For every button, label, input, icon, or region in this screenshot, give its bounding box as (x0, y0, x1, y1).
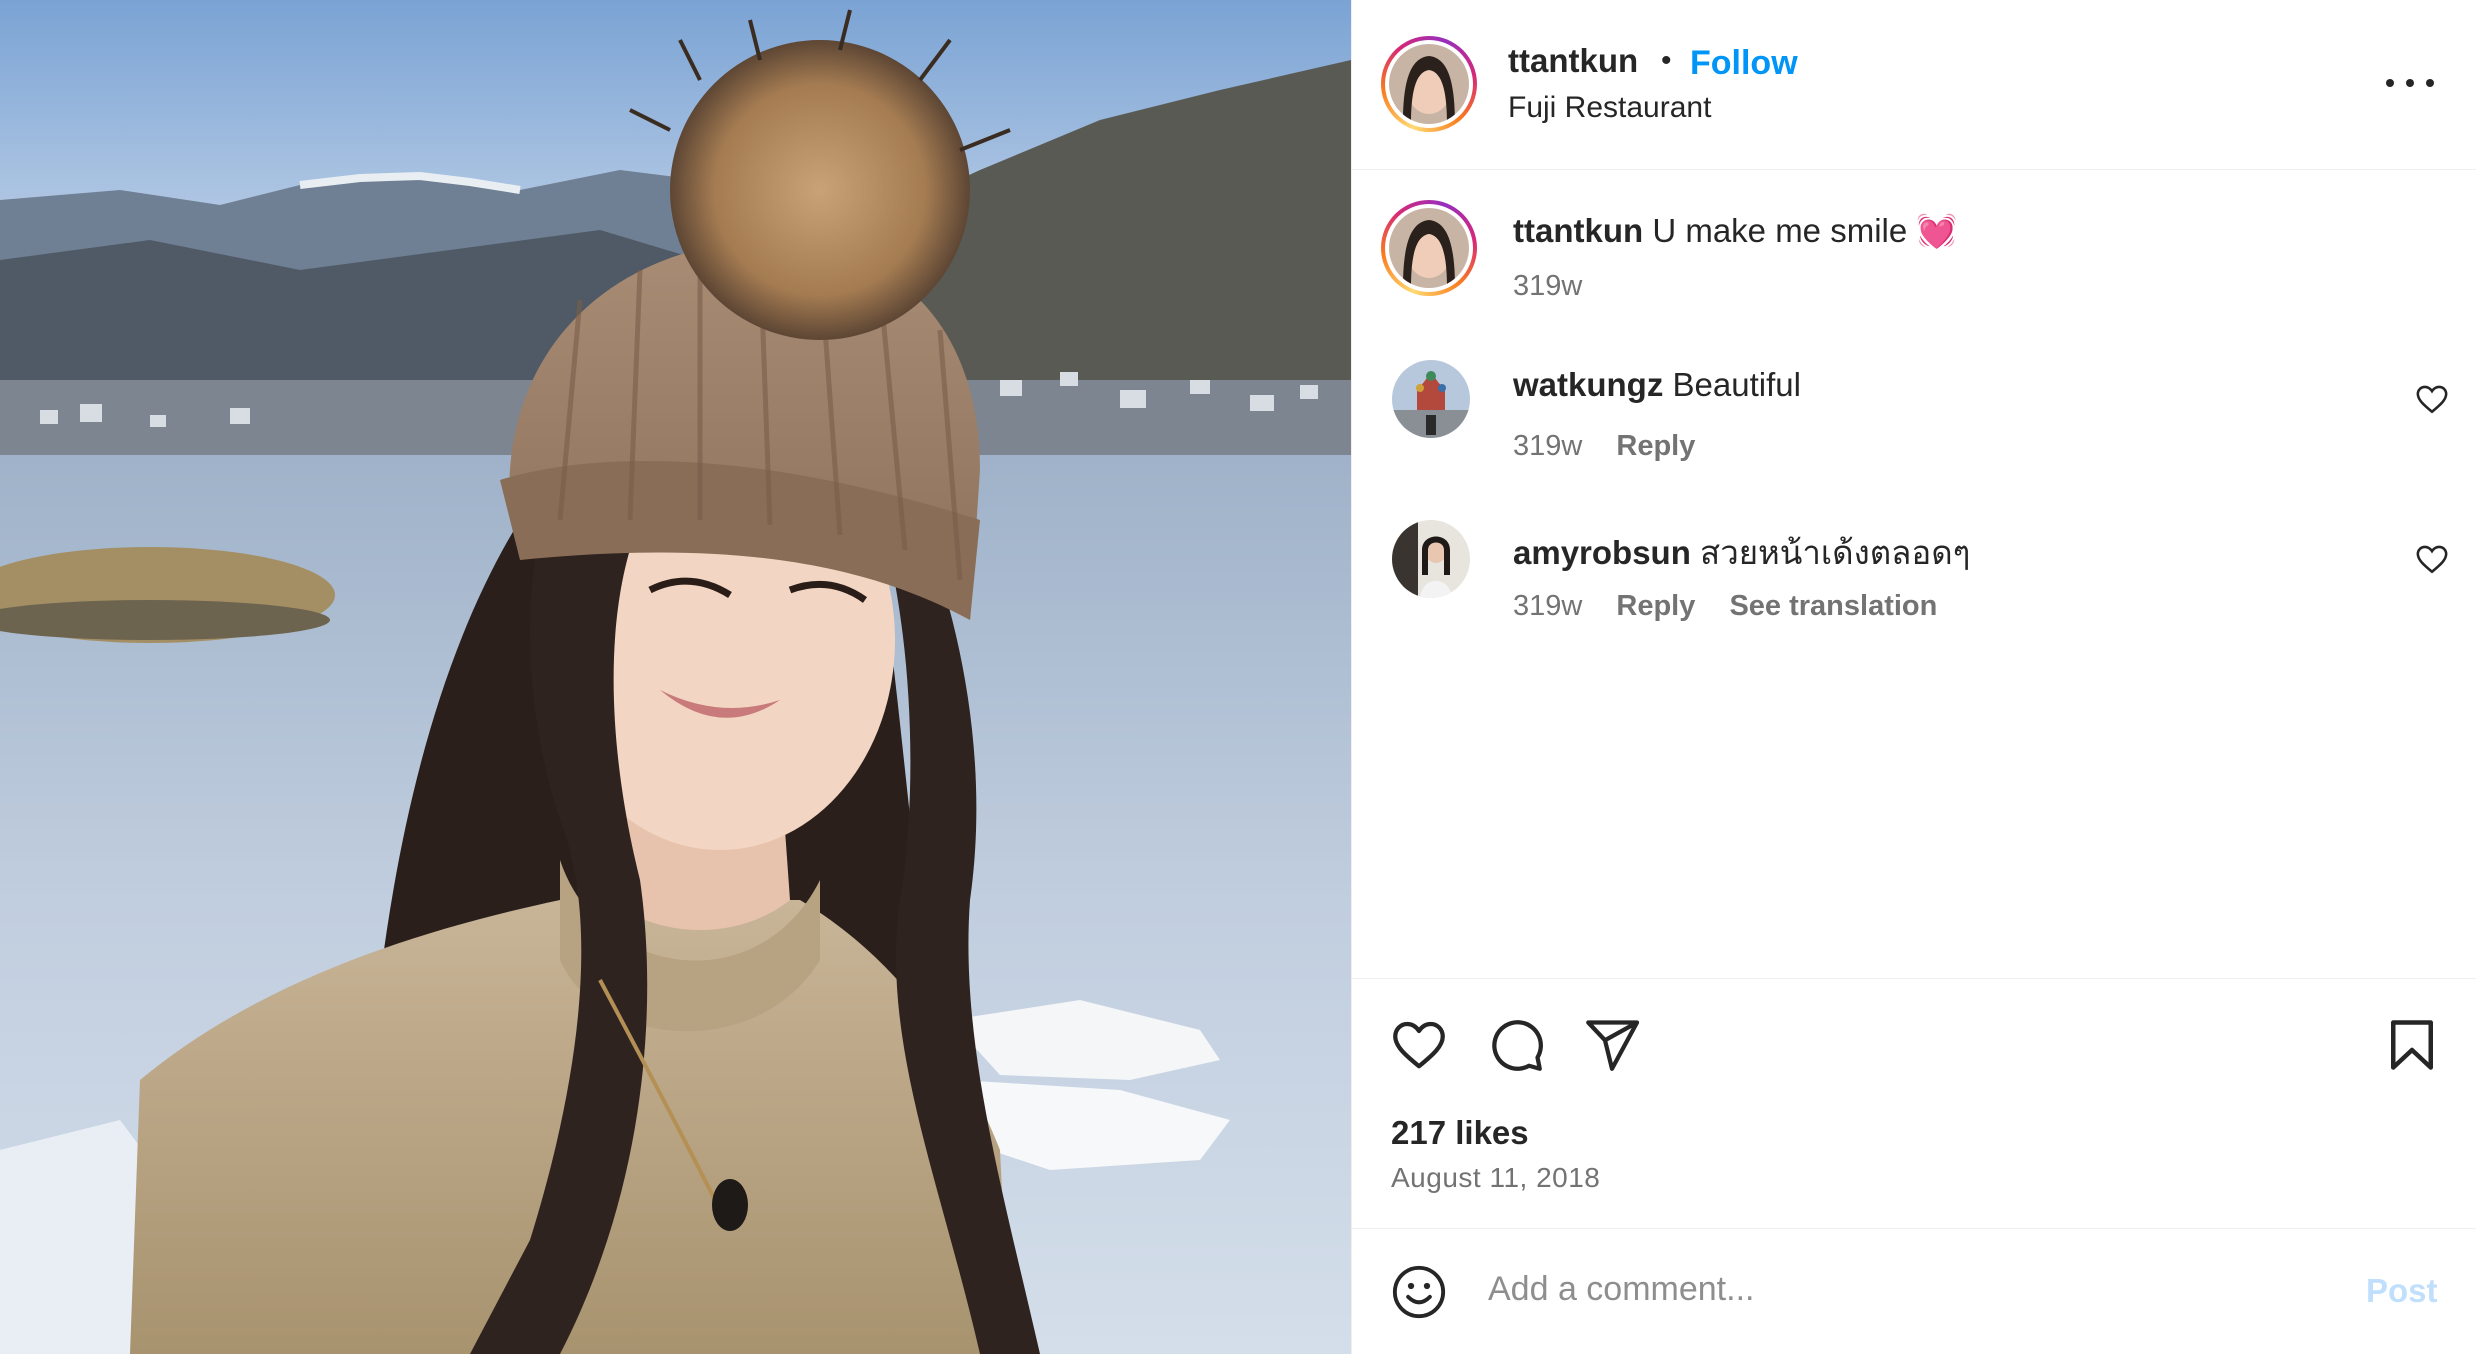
comment-like-heart-icon[interactable] (2415, 542, 2449, 576)
comment-meta: 319w Reply (1513, 430, 1721, 463)
comment-text-row: watkungz Beautiful (1513, 366, 1801, 404)
bookmark-icon[interactable] (2382, 1015, 2442, 1075)
comment-composer: Post (1352, 1228, 2476, 1354)
post-details-panel: ttantkun • Follow Fuji Restaurant ttantk… (1351, 0, 2476, 1354)
comment-text: สวยหน้าเด้งตลอดๆ (1700, 534, 1971, 571)
separator-dot: • (1661, 44, 1672, 77)
heart-icon[interactable] (1389, 1015, 1449, 1075)
comment-text-row: amyrobsun สวยหน้าเด้งตลอดๆ (1513, 526, 1970, 579)
post-photo-illustration (0, 0, 1351, 1354)
commenter-avatar[interactable] (1392, 360, 1470, 438)
post-location[interactable]: Fuji Restaurant (1508, 91, 1711, 125)
author-username[interactable]: ttantkun (1508, 42, 1638, 80)
share-icon[interactable] (1582, 1015, 1642, 1075)
post-date[interactable]: August 11, 2018 (1391, 1162, 1600, 1194)
reply-button[interactable]: Reply (1616, 430, 1695, 462)
comment-meta: 319w (1513, 270, 1608, 303)
post-comment-button[interactable]: Post (2366, 1272, 2438, 1310)
comment-username[interactable]: watkungz (1513, 366, 1663, 403)
comment-like-heart-icon[interactable] (2415, 382, 2449, 416)
add-comment-input[interactable] (1488, 1259, 2328, 1319)
follow-button[interactable]: Follow (1690, 44, 1798, 83)
comment-username[interactable]: ttantkun (1513, 212, 1643, 249)
more-options-icon[interactable] (2382, 68, 2438, 98)
see-translation-button[interactable]: See translation (1729, 590, 1937, 622)
author-avatar[interactable] (1381, 36, 1477, 132)
comment-age[interactable]: 319w (1513, 590, 1582, 622)
comment-age[interactable]: 319w (1513, 430, 1582, 462)
post-header: ttantkun • Follow Fuji Restaurant (1352, 0, 2476, 170)
post-photo[interactable] (0, 0, 1351, 1354)
commenter-avatar[interactable] (1392, 520, 1470, 598)
reply-button[interactable]: Reply (1616, 590, 1695, 622)
caption-text-row: ttantkun U make me smile 💓 (1513, 212, 1957, 251)
comment-text: Beautiful (1672, 366, 1801, 403)
post-actions: 217 likes August 11, 2018 (1352, 978, 2476, 1228)
comment-icon[interactable] (1486, 1015, 1546, 1075)
comment-text: U make me smile 💓 (1652, 212, 1958, 249)
caption-avatar[interactable] (1381, 200, 1477, 296)
comment-meta: 319w Reply See translation (1513, 590, 1963, 623)
comment-username[interactable]: amyrobsun (1513, 534, 1691, 571)
comment-age[interactable]: 319w (1513, 270, 1582, 302)
likes-count[interactable]: 217 likes (1391, 1114, 1529, 1152)
emoji-icon[interactable] (1390, 1263, 1448, 1321)
